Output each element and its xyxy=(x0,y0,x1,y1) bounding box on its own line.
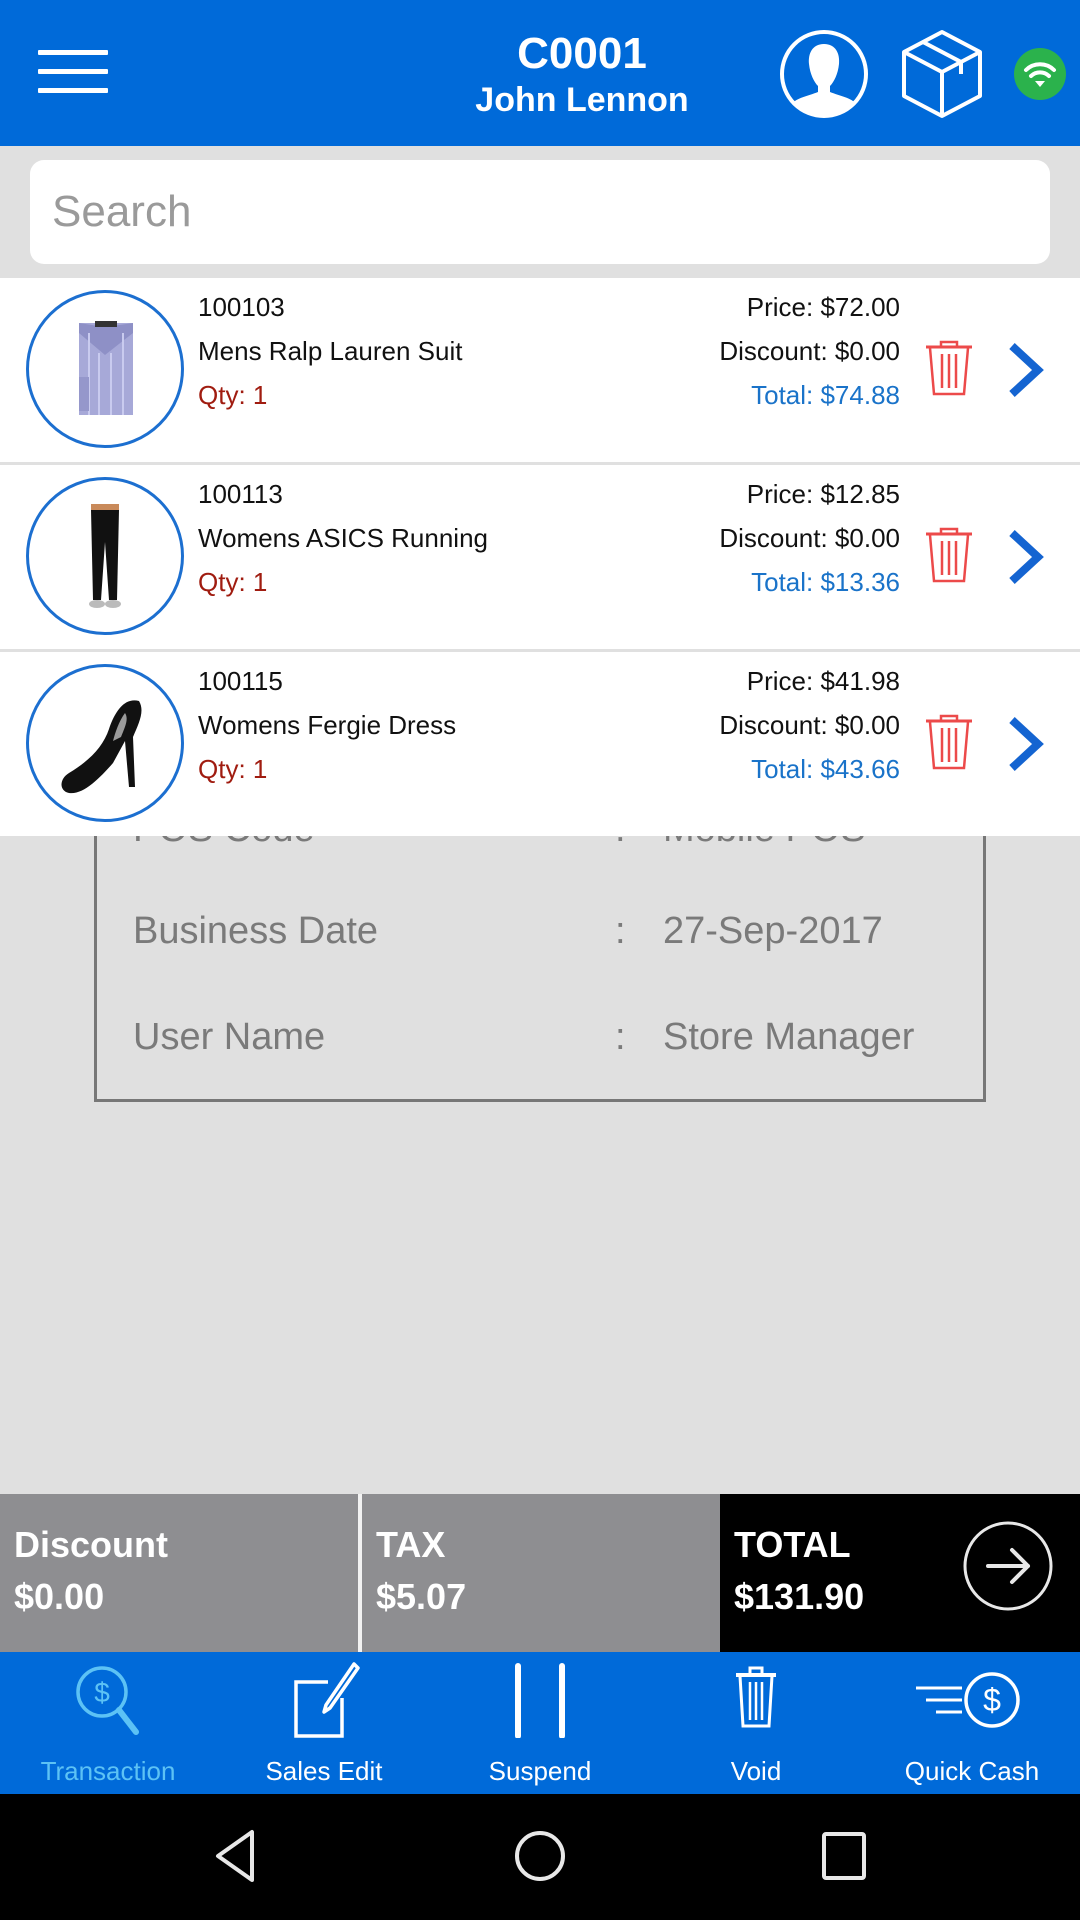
info-colon: : xyxy=(615,910,626,952)
order-summary-bar: Discount $0.00 TAX $5.07 TOTAL $131.90 xyxy=(0,1494,1080,1652)
chevron-right-icon[interactable] xyxy=(1004,529,1046,585)
item-total: Total: $74.88 xyxy=(751,380,900,410)
info-row-user-name: User Name : Store Manager xyxy=(133,1016,953,1066)
item-discount: Discount: $0.00 xyxy=(719,523,900,553)
edit-icon xyxy=(284,1660,364,1738)
summary-total-value: $131.90 xyxy=(734,1576,865,1617)
menu-button[interactable] xyxy=(38,50,108,96)
summary-discount-label: Discount xyxy=(14,1524,169,1565)
menu-icon-bar xyxy=(38,88,108,93)
customer-icon[interactable] xyxy=(778,28,870,120)
nav-quick-cash[interactable]: $ Quick Cash xyxy=(864,1652,1080,1794)
item-sku: 100113 xyxy=(198,479,283,509)
delete-item-button[interactable] xyxy=(922,714,976,772)
summary-tax-value: $5.07 xyxy=(376,1576,467,1617)
item-name: Womens Fergie Dress xyxy=(198,710,457,740)
info-label: Business Date xyxy=(133,910,379,952)
bottom-nav: $ Transaction Sales Edit Suspend Void $ … xyxy=(0,1652,1080,1794)
item-price: Price: $41.98 xyxy=(746,666,900,696)
nav-transaction[interactable]: $ Transaction xyxy=(0,1652,216,1794)
checkout-button[interactable] xyxy=(962,1520,1054,1612)
nav-label: Suspend xyxy=(488,1756,592,1786)
item-qty: Qty: 1 xyxy=(198,754,268,784)
pause-icon xyxy=(500,1660,580,1739)
nav-label: Transaction xyxy=(40,1756,176,1786)
transaction-search-icon: $ xyxy=(68,1660,148,1738)
item-price: Price: $72.00 xyxy=(746,292,900,322)
quick-cash-icon: $ xyxy=(912,1660,1032,1738)
wifi-status-icon[interactable] xyxy=(1014,48,1066,100)
menu-icon-bar xyxy=(38,69,108,74)
pos-transaction-screen: C0001 John Lennon Search Business Date:… xyxy=(0,0,1080,1920)
cart-item[interactable]: 100113 Womens ASICS Running Qty: 1 Price… xyxy=(0,465,1080,649)
summary-tax: TAX $5.07 xyxy=(362,1494,720,1652)
summary-discount: Discount $0.00 xyxy=(0,1494,358,1652)
summary-discount-value: $0.00 xyxy=(14,1576,105,1617)
trash-icon xyxy=(926,340,972,396)
nav-label: Sales Edit xyxy=(265,1756,383,1786)
item-qty: Qty: 1 xyxy=(198,380,268,410)
info-colon: : xyxy=(615,1016,626,1058)
svg-text:$: $ xyxy=(94,1677,110,1708)
item-qty: Qty: 1 xyxy=(198,567,268,597)
cart-item-list: 100103 Mens Ralp Lauren Suit Qty: 1 Pric… xyxy=(0,278,1080,836)
app-header: C0001 John Lennon xyxy=(0,0,1080,146)
item-name: Womens ASICS Running xyxy=(198,523,488,553)
svg-text:$: $ xyxy=(983,1682,1001,1718)
session-info-panel: POS Code : Mobile POS Business Date : 27… xyxy=(94,790,986,1102)
nav-label: Void xyxy=(730,1756,782,1786)
trash-icon xyxy=(926,714,972,770)
trash-icon xyxy=(926,527,972,583)
summary-tax-label: TAX xyxy=(376,1524,446,1565)
product-image-heel-shoe xyxy=(26,664,184,822)
home-icon[interactable] xyxy=(508,1824,572,1888)
chevron-right-icon[interactable] xyxy=(1004,716,1046,772)
item-total: Total: $43.66 xyxy=(751,754,900,784)
item-name: Mens Ralp Lauren Suit xyxy=(198,336,463,366)
item-price: Price: $12.85 xyxy=(746,479,900,509)
info-label: User Name xyxy=(133,1016,326,1058)
package-icon[interactable] xyxy=(900,28,984,120)
nav-label: Quick Cash xyxy=(904,1756,1040,1786)
nav-void[interactable]: Void xyxy=(648,1652,864,1794)
recents-icon[interactable] xyxy=(812,1824,876,1888)
menu-icon-bar xyxy=(38,50,108,55)
trash-icon xyxy=(716,1660,796,1738)
search-box xyxy=(30,160,1050,264)
item-sku: 100103 xyxy=(198,292,285,322)
delete-item-button[interactable] xyxy=(922,340,976,398)
info-value: 27-Sep-2017 xyxy=(663,910,883,952)
customer-title: C0001 John Lennon xyxy=(382,28,782,120)
arrow-right-circle-icon xyxy=(963,1521,1053,1611)
back-icon[interactable] xyxy=(206,1824,270,1888)
item-total: Total: $13.36 xyxy=(751,567,900,597)
nav-suspend[interactable]: Suspend xyxy=(432,1652,648,1794)
product-image-pants xyxy=(26,477,184,635)
summary-total-label: TOTAL xyxy=(734,1524,851,1565)
customer-name: John Lennon xyxy=(475,81,689,119)
item-discount: Discount: $0.00 xyxy=(719,710,900,740)
nav-sales-edit[interactable]: Sales Edit xyxy=(216,1652,432,1794)
customer-code: C0001 xyxy=(517,29,647,78)
delete-item-button[interactable] xyxy=(922,527,976,585)
search-input[interactable] xyxy=(30,160,1050,264)
cart-item[interactable]: 100103 Mens Ralp Lauren Suit Qty: 1 Pric… xyxy=(0,278,1080,462)
item-discount: Discount: $0.00 xyxy=(719,336,900,366)
item-sku: 100115 xyxy=(198,666,283,696)
product-image-shirt xyxy=(26,290,184,448)
info-value: Store Manager xyxy=(663,1016,915,1058)
cart-item[interactable]: 100115 Womens Fergie Dress Qty: 1 Price:… xyxy=(0,652,1080,836)
info-row-business-date: Business Date : 27-Sep-2017 xyxy=(133,910,953,960)
chevron-right-icon[interactable] xyxy=(1004,342,1046,398)
system-navigation-bar xyxy=(0,1794,1080,1920)
